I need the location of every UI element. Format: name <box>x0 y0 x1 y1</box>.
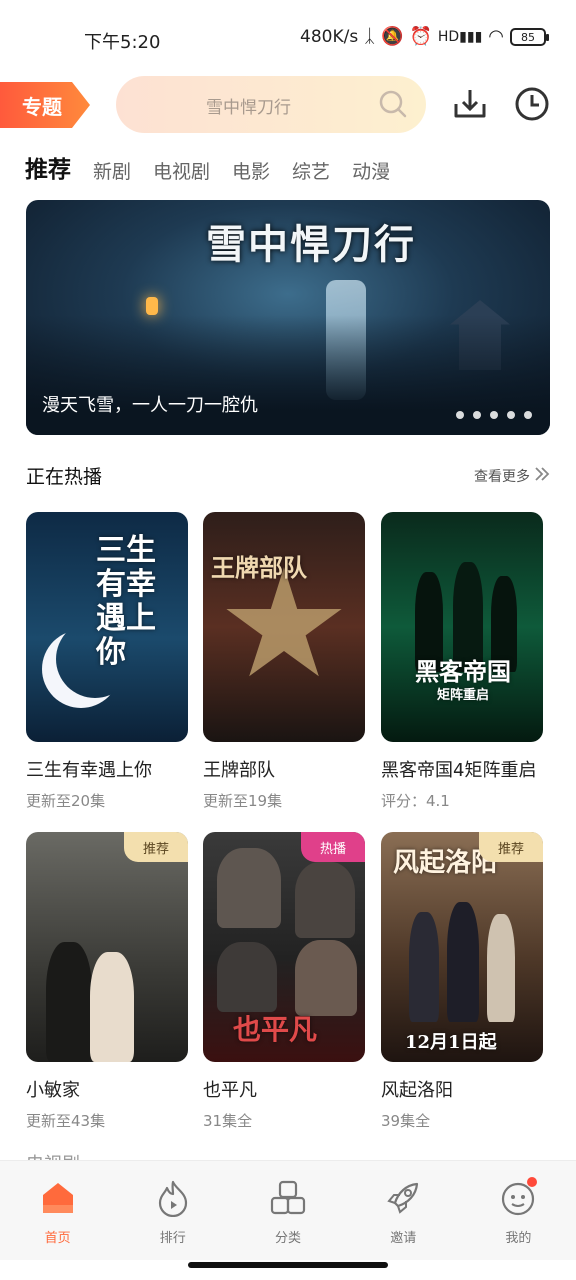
banner-pagination <box>456 411 532 419</box>
poster-art-face <box>295 940 357 1016</box>
pagination-dot[interactable] <box>490 411 498 419</box>
tab-tv-series[interactable]: 电视剧 <box>153 157 210 184</box>
poster-art-star <box>226 567 342 677</box>
poster-subtitle: 12月1日起 <box>405 1032 497 1053</box>
double-chevron-right-icon <box>534 466 550 486</box>
show-rating: 评分：4.1 <box>381 792 450 810</box>
show-poster[interactable]: 黑客帝国 矩阵重启 <box>381 512 543 742</box>
history-icon[interactable] <box>514 86 550 126</box>
nav-profile[interactable]: 我的 <box>461 1161 576 1260</box>
network-speed: 480K/s <box>300 27 359 47</box>
hot-badge: 热播 <box>301 832 365 862</box>
nav-home[interactable]: 首页 <box>0 1161 115 1260</box>
poster-title: 也平凡 <box>233 1013 318 1046</box>
signal-icon: HD▮▮▮ <box>437 29 483 45</box>
banner-art-lantern <box>146 297 158 315</box>
show-card[interactable]: 三生有幸遇上你 三生有幸遇上你 更新至20集 <box>26 512 188 811</box>
bottom-nav: 首页 排行 分类 邀请 我的 <box>0 1160 576 1260</box>
home-icon <box>39 1179 77 1221</box>
status-time: 下午5:20 <box>84 32 161 53</box>
home-indicator[interactable] <box>188 1262 388 1268</box>
poster-art-figure <box>90 952 134 1062</box>
poster-title: 黑客帝国 <box>415 657 511 686</box>
nav-invite[interactable]: 邀请 <box>346 1161 461 1260</box>
show-card[interactable]: 王牌部队 王牌部队 更新至19集 <box>203 512 365 811</box>
topic-button[interactable]: 专题 <box>0 82 90 128</box>
category-icon <box>269 1179 307 1221</box>
nav-label: 分类 <box>275 1231 302 1246</box>
battery-icon: 85 <box>510 28 549 46</box>
tab-movies[interactable]: 电影 <box>232 157 270 184</box>
show-title: 小敏家 <box>26 1080 80 1101</box>
tab-recommend[interactable]: 推荐 <box>25 150 71 184</box>
show-episode-info: 39集全 <box>381 1112 431 1130</box>
pagination-dot[interactable] <box>524 411 532 419</box>
poster-art-figure <box>409 912 439 1022</box>
search-placeholder: 雪中悍刀行 <box>206 98 291 118</box>
tab-new-drama[interactable]: 新剧 <box>93 157 131 184</box>
wifi-icon: ◠ <box>488 26 504 47</box>
poster-art-face <box>217 848 281 928</box>
poster-art-face <box>217 942 277 1012</box>
pagination-dot[interactable] <box>456 411 464 419</box>
download-icon[interactable] <box>452 86 488 126</box>
recommend-badge: 推荐 <box>479 832 543 862</box>
rocket-icon <box>384 1179 422 1221</box>
nav-label: 首页 <box>44 1231 71 1246</box>
bluetooth-icon: ᛣ <box>364 26 376 47</box>
pagination-dot[interactable] <box>473 411 481 419</box>
tab-variety[interactable]: 综艺 <box>292 157 330 184</box>
show-episode-info: 更新至20集 <box>26 792 106 810</box>
show-episode-info: 更新至43集 <box>26 1112 106 1130</box>
poster-title: 王牌部队 <box>211 553 307 582</box>
tab-anime[interactable]: 动漫 <box>352 157 390 184</box>
show-card[interactable]: 也平凡 热播 也平凡 31集全 <box>203 832 365 1131</box>
show-poster[interactable]: 推荐 <box>26 832 188 1062</box>
flame-icon <box>154 1179 192 1221</box>
poster-subtitle: 矩阵重启 <box>437 688 490 703</box>
show-poster[interactable]: 三生有幸遇上你 <box>26 512 188 742</box>
alarm-icon: ⏰ <box>409 26 432 47</box>
poster-art-face <box>295 862 355 938</box>
poster-art-figure <box>447 902 479 1022</box>
nav-category[interactable]: 分类 <box>230 1161 345 1260</box>
see-more-link[interactable]: 查看更多 <box>474 466 550 486</box>
section-header: 正在热播 查看更多 <box>26 462 550 490</box>
search-input[interactable]: 雪中悍刀行 <box>116 76 426 133</box>
show-title: 三生有幸遇上你 <box>26 760 152 781</box>
status-bar: 下午5:20 480K/s ᛣ 🔕 ⏰ HD▮▮▮ ◠ 85 <box>0 0 576 80</box>
show-card[interactable]: 推荐 小敏家 更新至43集 <box>26 832 188 1131</box>
poster-art-figure <box>46 942 92 1062</box>
notification-dot <box>526 1177 537 1187</box>
show-poster[interactable]: 王牌部队 <box>203 512 365 742</box>
see-more-label: 查看更多 <box>474 469 530 485</box>
show-card[interactable]: 黑客帝国 矩阵重启 黑客帝国4矩阵重启 评分：4.1 <box>381 512 543 811</box>
poster-art-figure <box>487 914 515 1022</box>
banner-poster-title: 雪中悍刀行 <box>206 221 416 268</box>
section-title: 正在热播 <box>26 466 103 488</box>
nav-label: 邀请 <box>390 1231 417 1246</box>
pagination-dot[interactable] <box>507 411 515 419</box>
bell-muted-icon: 🔕 <box>381 26 404 47</box>
poster-title: 三生有幸遇上你 <box>96 533 156 670</box>
show-poster[interactable]: 风起洛阳 12月1日起 推荐 <box>381 832 543 1062</box>
banner-caption: 漫天飞雪，一人一刀一腔仇 <box>42 395 258 416</box>
nav-ranking[interactable]: 排行 <box>115 1161 230 1260</box>
category-tabs: 推荐 新剧 电视剧 电影 综艺 动漫 <box>25 150 390 184</box>
show-episode-info: 更新至19集 <box>203 792 283 810</box>
status-icons: 480K/s ᛣ 🔕 ⏰ HD▮▮▮ ◠ 85 <box>300 26 549 47</box>
show-title: 也平凡 <box>203 1080 257 1101</box>
show-title: 王牌部队 <box>203 760 275 781</box>
nav-label: 我的 <box>505 1231 532 1246</box>
top-header: 专题 雪中悍刀行 <box>0 76 576 136</box>
nav-label: 排行 <box>159 1231 186 1246</box>
hero-banner[interactable]: 雪中悍刀行 漫天飞雪，一人一刀一腔仇 <box>26 200 550 435</box>
show-poster[interactable]: 也平凡 热播 <box>203 832 365 1062</box>
show-card[interactable]: 风起洛阳 12月1日起 推荐 风起洛阳 39集全 <box>381 832 543 1131</box>
search-icon <box>378 89 408 123</box>
show-title: 风起洛阳 <box>381 1080 453 1101</box>
recommend-badge: 推荐 <box>124 832 188 862</box>
show-title: 黑客帝国4矩阵重启 <box>381 760 537 781</box>
show-episode-info: 31集全 <box>203 1112 253 1130</box>
